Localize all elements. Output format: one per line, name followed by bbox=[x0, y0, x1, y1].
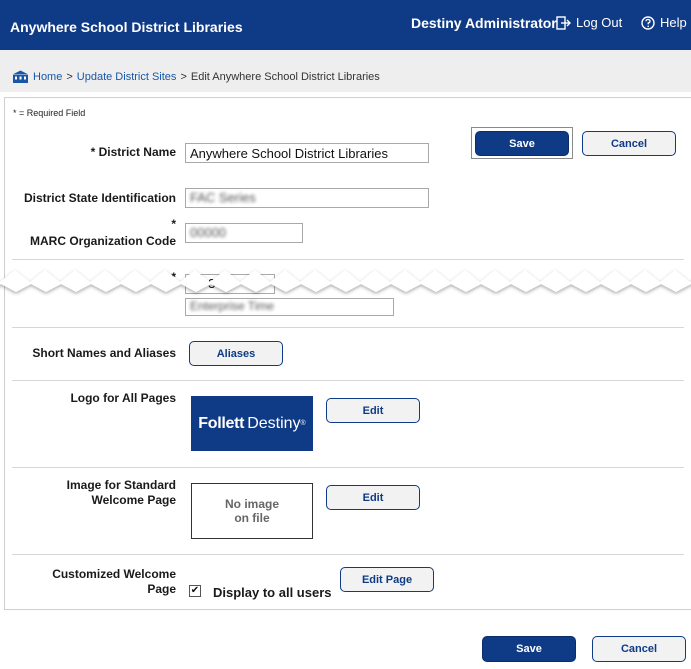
district-name-input[interactable] bbox=[185, 143, 429, 163]
breadcrumb-home[interactable]: Home bbox=[33, 71, 62, 83]
breadcrumb-bar: Home > Update District Sites > Edit Anyw… bbox=[0, 50, 691, 92]
app-title: Anywhere School District Libraries bbox=[10, 19, 243, 35]
section-divider bbox=[12, 259, 684, 260]
breadcrumb-update-sites[interactable]: Update District Sites bbox=[77, 71, 177, 83]
section-divider bbox=[12, 467, 684, 468]
torn-edge-overlay bbox=[0, 270, 691, 292]
logout-link[interactable]: Log Out bbox=[556, 15, 622, 30]
district-name-label: * District Name bbox=[90, 145, 176, 159]
logout-label: Log Out bbox=[576, 15, 623, 30]
marc-code-input[interactable]: 00000 bbox=[185, 223, 303, 243]
custom-welcome-label-line1: Customized Welcome bbox=[52, 567, 176, 581]
breadcrumb-separator: > bbox=[180, 71, 187, 83]
logo-label: Logo for All Pages bbox=[70, 391, 176, 405]
breadcrumb-separator: > bbox=[66, 71, 73, 83]
cancel-button-top[interactable]: Cancel bbox=[582, 131, 676, 156]
marc-code-value: 00000 bbox=[190, 225, 227, 240]
checkmark-icon: ✔ bbox=[190, 585, 200, 596]
hidden-field-value-2: Enterprise Time bbox=[190, 299, 275, 313]
marc-required-asterisk: * bbox=[171, 217, 176, 231]
required-field-note: * = Required Field bbox=[13, 108, 86, 118]
app-header: Anywhere School District Libraries Desti… bbox=[0, 0, 691, 50]
section-divider bbox=[12, 380, 684, 381]
aliases-button[interactable]: Aliases bbox=[189, 341, 283, 366]
edit-page-button[interactable]: Edit Page bbox=[340, 567, 434, 592]
welcome-image-edit-button[interactable]: Edit bbox=[326, 485, 420, 510]
no-image-line2: on file bbox=[234, 511, 270, 525]
section-divider bbox=[12, 327, 684, 328]
no-image-placeholder: No image on file bbox=[191, 483, 313, 539]
logo-edit-button[interactable]: Edit bbox=[326, 398, 420, 423]
logout-arrow-icon bbox=[556, 15, 571, 30]
state-id-label: District State Identification bbox=[23, 191, 176, 205]
custom-welcome-label: Customized Welcome Page bbox=[10, 567, 176, 597]
help-question-icon bbox=[641, 15, 655, 30]
logo-brand-name: Destiny bbox=[247, 414, 301, 432]
custom-welcome-label-line2: Page bbox=[147, 582, 176, 596]
help-link[interactable]: Help bbox=[641, 15, 687, 30]
breadcrumb-current: Edit Anywhere School District Libraries bbox=[190, 71, 380, 83]
hidden-field-input-2[interactable]: Enterprise Time bbox=[185, 298, 394, 316]
help-label: Help bbox=[660, 15, 687, 30]
state-id-input[interactable]: FAC Series bbox=[185, 188, 429, 208]
display-to-all-label: Display to all users bbox=[213, 585, 332, 600]
display-to-all-checkbox[interactable]: ✔ bbox=[189, 585, 201, 597]
welcome-image-label: Image for Standard Welcome Page bbox=[10, 478, 176, 508]
state-id-value: FAC Series bbox=[190, 190, 256, 205]
save-button-bottom[interactable]: Save bbox=[482, 636, 576, 662]
welcome-image-label-line2: Welcome Page bbox=[91, 493, 176, 507]
logo-registered-mark: ® bbox=[300, 420, 306, 427]
cancel-button-bottom[interactable]: Cancel bbox=[592, 636, 686, 662]
follett-destiny-logo: Follett Destiny ® bbox=[191, 396, 313, 451]
home-building-icon bbox=[12, 70, 29, 83]
short-names-label: Short Names and Aliases bbox=[32, 346, 176, 360]
current-user: Destiny Administrator bbox=[411, 15, 557, 31]
save-button-top[interactable]: Save bbox=[475, 131, 569, 156]
no-image-line1: No image bbox=[224, 497, 279, 511]
section-divider bbox=[12, 554, 684, 555]
marc-code-label: MARC Organization Code bbox=[30, 234, 176, 248]
breadcrumb: Home > Update District Sites > Edit Anyw… bbox=[12, 70, 380, 84]
welcome-image-label-line1: Image for Standard bbox=[66, 478, 176, 492]
logo-brand-bold: Follett bbox=[198, 414, 245, 432]
